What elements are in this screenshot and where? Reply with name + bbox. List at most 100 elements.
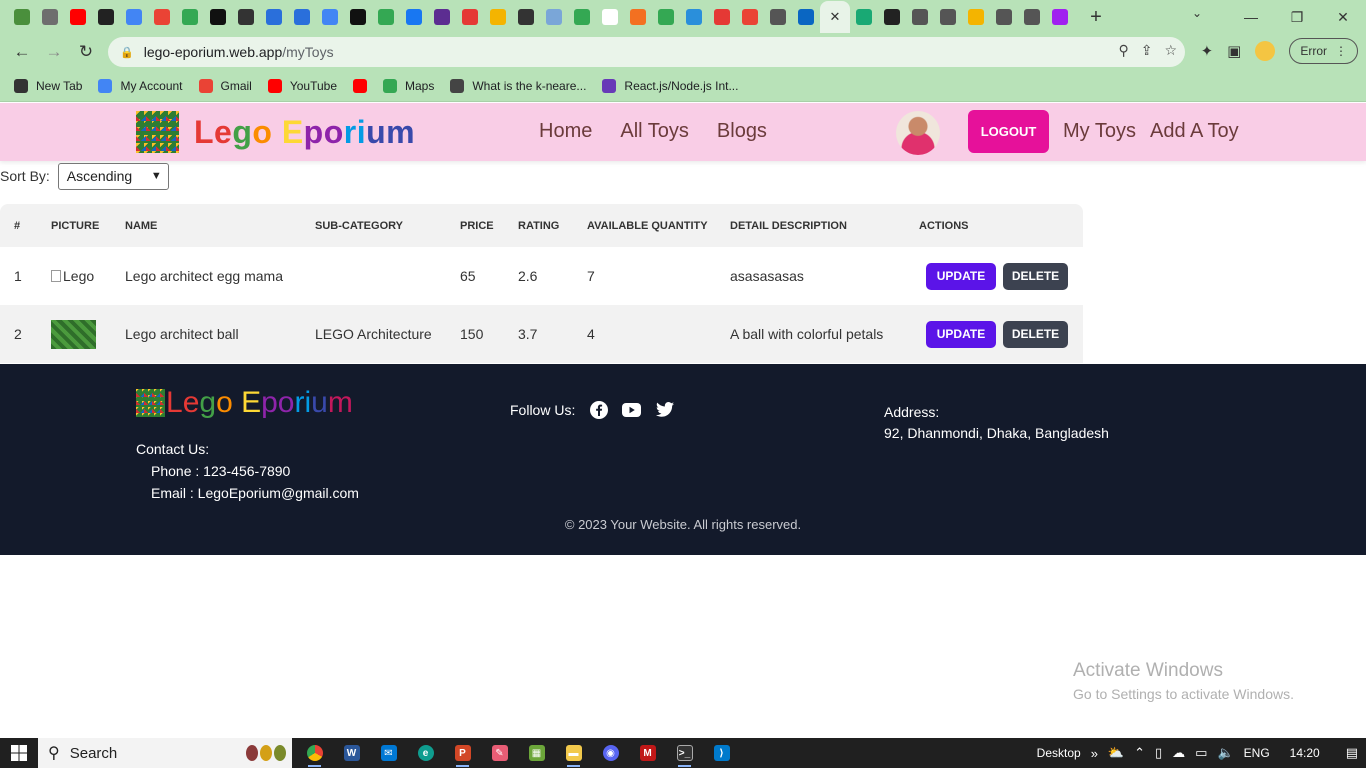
delete-button[interactable]: DELETE xyxy=(1003,262,1068,290)
browser-tab[interactable] xyxy=(8,1,36,33)
close-tab-icon[interactable]: ✕ xyxy=(830,9,841,25)
browser-tab[interactable] xyxy=(288,1,316,33)
weather-icon[interactable]: ⛅ xyxy=(1108,745,1124,761)
browser-tab[interactable] xyxy=(260,1,288,33)
side-panel-icon[interactable]: ▣ xyxy=(1227,42,1241,60)
nav-link-my-toys[interactable]: My Toys xyxy=(1063,120,1136,143)
browser-tab[interactable] xyxy=(568,1,596,33)
active-tab[interactable]: ✕ xyxy=(820,1,850,33)
extensions-icon[interactable]: ✦ xyxy=(1201,42,1214,60)
user-avatar[interactable] xyxy=(896,111,940,155)
start-button[interactable] xyxy=(0,738,38,768)
delete-button[interactable]: DELETE xyxy=(1003,320,1068,348)
update-button[interactable]: UPDATE xyxy=(926,320,996,348)
notifications-icon[interactable]: ▤ xyxy=(1346,745,1358,761)
address-bar[interactable]: 🔒 lego-eporium.web.app/myToys ⚲ ⇪ ☆ xyxy=(108,37,1185,67)
browser-tab[interactable] xyxy=(176,1,204,33)
chrome-taskbar-icon[interactable] xyxy=(296,738,333,768)
zoom-icon[interactable]: ⚲ xyxy=(1118,42,1128,59)
desktop-label[interactable]: Desktop xyxy=(1037,746,1081,760)
browser-tab[interactable] xyxy=(232,1,260,33)
browser-tab[interactable] xyxy=(1046,1,1074,33)
battery-icon[interactable]: ▭ xyxy=(1195,745,1207,761)
browser-tab[interactable] xyxy=(120,1,148,33)
bookmark-star-icon[interactable]: ☆ xyxy=(1164,42,1177,59)
nav-link-blogs[interactable]: Blogs xyxy=(717,120,767,143)
chevron-up-icon[interactable]: ⌃ xyxy=(1134,745,1145,761)
chevron-right-icon[interactable]: » xyxy=(1091,746,1098,761)
mcafee-taskbar-icon[interactable]: M xyxy=(629,738,666,768)
browser-tab[interactable] xyxy=(64,1,92,33)
browser-tab[interactable] xyxy=(148,1,176,33)
store-taskbar-icon[interactable]: ▦ xyxy=(518,738,555,768)
browser-tab[interactable] xyxy=(934,1,962,33)
mail-taskbar-icon[interactable]: ✉ xyxy=(370,738,407,768)
browser-tab[interactable] xyxy=(652,1,680,33)
bookmark-item[interactable]: Maps xyxy=(383,78,434,93)
discord-taskbar-icon[interactable]: ◉ xyxy=(592,738,629,768)
minimize-icon[interactable]: — xyxy=(1228,9,1274,25)
taskbar-search[interactable]: ⚲ Search xyxy=(38,738,292,768)
logout-button[interactable]: LOGOUT xyxy=(968,110,1049,153)
browser-tab[interactable] xyxy=(456,1,484,33)
twitter-icon[interactable] xyxy=(655,400,674,419)
bookmark-item[interactable]: New Tab xyxy=(14,78,82,93)
back-icon[interactable]: ← xyxy=(6,36,38,68)
bookmark-item[interactable]: Gmail xyxy=(198,78,252,93)
browser-tab[interactable] xyxy=(878,1,906,33)
browser-tab[interactable] xyxy=(540,1,568,33)
browser-tab[interactable] xyxy=(764,1,792,33)
browser-tab[interactable] xyxy=(512,1,540,33)
browser-tab[interactable] xyxy=(708,1,736,33)
bookmark-item[interactable]: React.js/Node.js Int... xyxy=(602,78,738,93)
logo-image[interactable] xyxy=(136,111,179,153)
youtube-icon[interactable] xyxy=(622,400,642,419)
browser-tab[interactable] xyxy=(428,1,456,33)
explorer-taskbar-icon[interactable]: ▬ xyxy=(555,738,592,768)
browser-tab[interactable] xyxy=(36,1,64,33)
bookmark-item[interactable] xyxy=(353,78,368,93)
bookmark-item[interactable]: What is the k-neare... xyxy=(450,78,586,93)
browser-tab[interactable] xyxy=(372,1,400,33)
volume-icon[interactable]: 🔈 xyxy=(1217,745,1233,761)
phone-link-icon[interactable]: ▯ xyxy=(1155,745,1162,761)
share-icon[interactable]: ⇪ xyxy=(1141,42,1153,59)
bookmark-item[interactable]: My Account xyxy=(98,78,183,93)
browser-tab[interactable] xyxy=(624,1,652,33)
nav-link-all-toys[interactable]: All Toys xyxy=(620,120,689,143)
browser-tab[interactable] xyxy=(400,1,428,33)
powerpoint-taskbar-icon[interactable]: P xyxy=(444,738,481,768)
clock[interactable]: 14:20 xyxy=(1290,746,1320,760)
error-button[interactable]: Error ⋮ xyxy=(1289,38,1358,64)
cloud-icon[interactable]: ☁ xyxy=(1172,745,1185,761)
browser-tab[interactable] xyxy=(596,1,624,33)
sort-select[interactable]: Ascending ▼ xyxy=(57,162,169,190)
paint-taskbar-icon[interactable]: ✎ xyxy=(481,738,518,768)
maximize-icon[interactable]: ❐ xyxy=(1274,9,1320,26)
browser-tab[interactable] xyxy=(850,1,878,33)
browser-tab[interactable] xyxy=(204,1,232,33)
browser-tab[interactable] xyxy=(344,1,372,33)
facebook-icon[interactable] xyxy=(589,400,608,419)
profile-avatar[interactable] xyxy=(1255,41,1276,61)
browser-tab[interactable] xyxy=(484,1,512,33)
browser-tab[interactable] xyxy=(1018,1,1046,33)
browser-tab[interactable] xyxy=(680,1,708,33)
vscode-taskbar-icon[interactable]: ⟩ xyxy=(703,738,740,768)
browser-tab[interactable] xyxy=(316,1,344,33)
browser-tab[interactable] xyxy=(736,1,764,33)
browser-tab[interactable] xyxy=(990,1,1018,33)
lock-icon[interactable]: 🔒 xyxy=(120,46,134,59)
nav-link-add-a-toy[interactable]: Add A Toy xyxy=(1150,120,1239,143)
new-tab-button[interactable]: + xyxy=(1082,3,1110,31)
site-logo-text[interactable]: Lego Eporium xyxy=(194,114,415,151)
reload-icon[interactable]: ↻ xyxy=(70,36,102,68)
tab-search-icon[interactable]: ⌄ xyxy=(1192,6,1202,20)
browser-tab[interactable] xyxy=(92,1,120,33)
browser-tab[interactable] xyxy=(792,1,820,33)
language-label[interactable]: ENG xyxy=(1244,746,1270,760)
word-taskbar-icon[interactable]: W xyxy=(333,738,370,768)
update-button[interactable]: UPDATE xyxy=(926,262,996,290)
close-window-icon[interactable]: ✕ xyxy=(1320,9,1366,26)
browser-tab[interactable] xyxy=(906,1,934,33)
